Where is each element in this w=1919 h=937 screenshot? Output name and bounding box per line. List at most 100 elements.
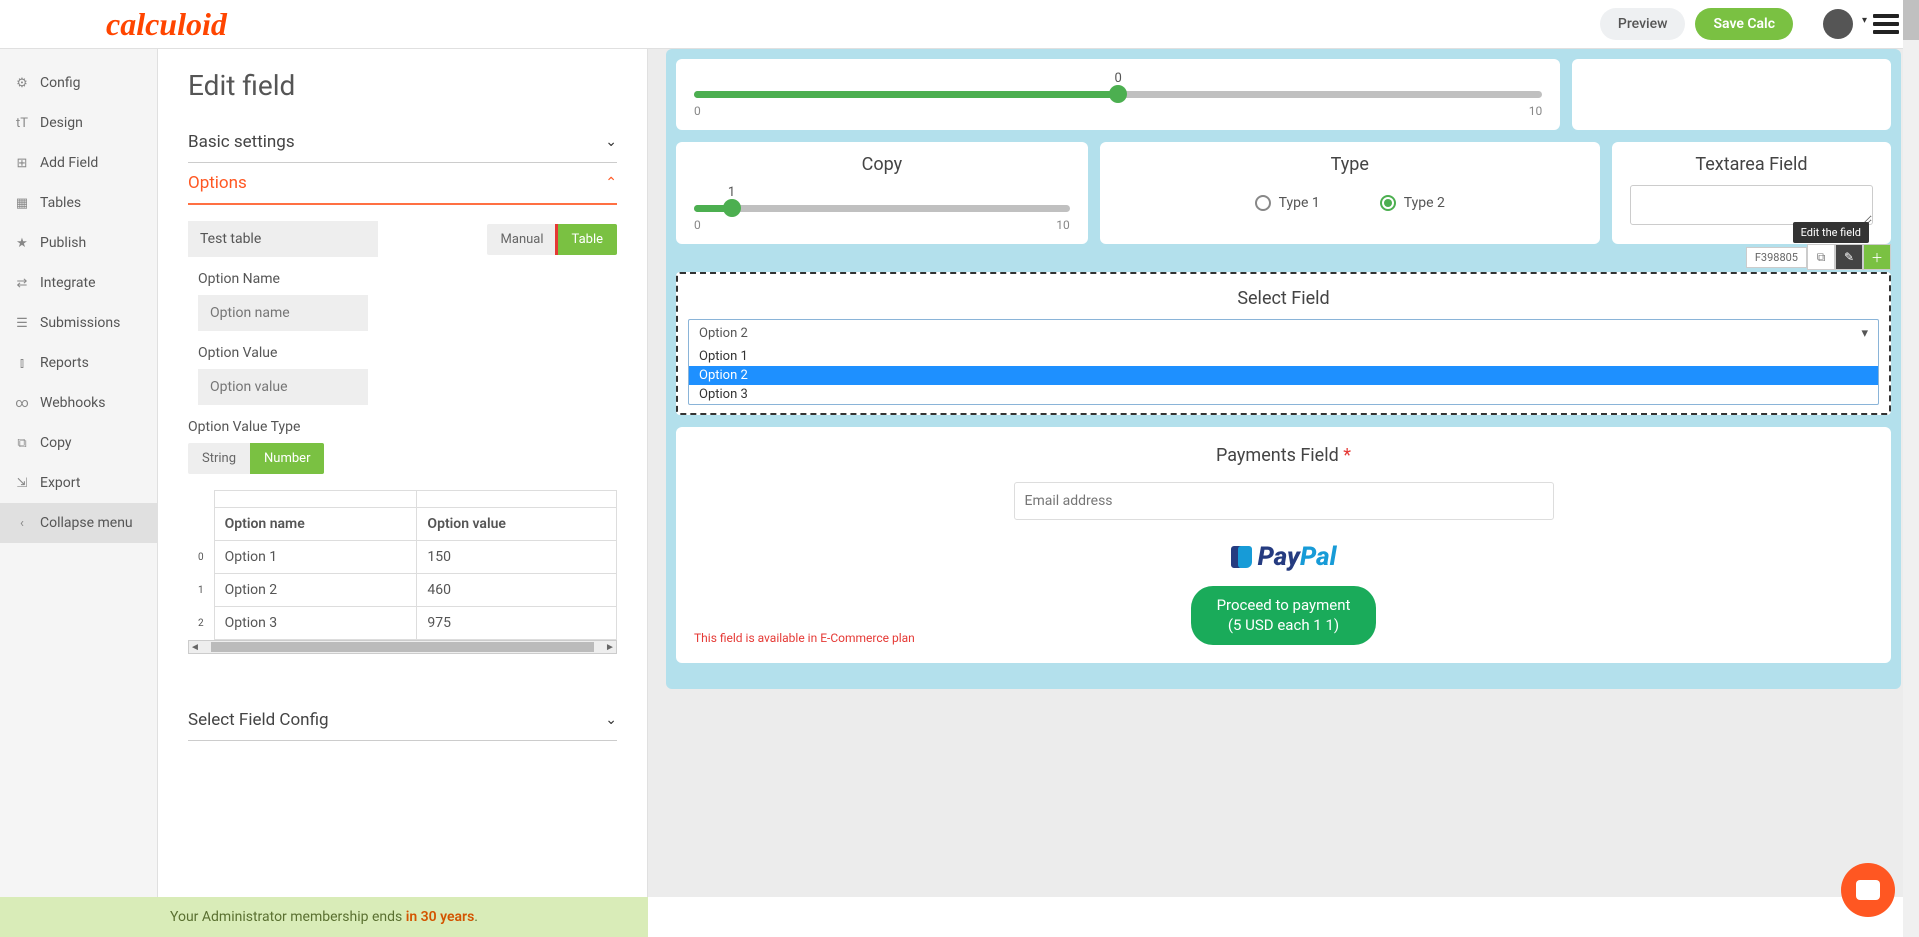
sidebar-label: Collapse menu bbox=[40, 515, 133, 531]
save-calc-button[interactable]: Save Calc bbox=[1695, 8, 1793, 40]
chevron-up-icon: ⌃ bbox=[605, 175, 617, 191]
type-radio-card[interactable]: Type Type 1 Type 2 bbox=[1100, 142, 1600, 244]
chevron-down-icon: ⌄ bbox=[605, 712, 617, 728]
webhook-icon: ∞ bbox=[14, 396, 30, 411]
sidebar-item-add-field[interactable]: ⊞Add Field bbox=[0, 143, 157, 183]
field-title: Type bbox=[1118, 154, 1582, 175]
preview-button[interactable]: Preview bbox=[1600, 8, 1686, 40]
sidebar-item-export[interactable]: ⇲Export bbox=[0, 463, 157, 503]
section-title: Basic settings bbox=[188, 132, 295, 152]
field-title: Textarea Field bbox=[1630, 154, 1873, 175]
sidebar-item-collapse[interactable]: ‹ Collapse menu bbox=[0, 503, 157, 543]
paypal-logo: PayPal bbox=[1231, 542, 1337, 572]
sidebar-item-copy[interactable]: ⧉Copy bbox=[0, 423, 157, 463]
sidebar-label: Reports bbox=[40, 355, 89, 371]
section-basic-settings[interactable]: Basic settings ⌄ bbox=[188, 122, 617, 163]
type-icon: tT bbox=[14, 116, 30, 131]
field-title: Copy bbox=[694, 154, 1070, 175]
number-toggle[interactable]: Number bbox=[250, 443, 324, 474]
user-avatar-dropdown[interactable] bbox=[1823, 9, 1853, 39]
table-row[interactable]: 0Option 1150 bbox=[188, 541, 617, 574]
logo: calculoid bbox=[106, 6, 227, 43]
section-title: Options bbox=[188, 173, 247, 193]
vertical-scrollbar[interactable] bbox=[1903, 0, 1919, 937]
field-id-label: F398805 bbox=[1746, 247, 1807, 268]
proceed-payment-button[interactable]: Proceed to payment(5 USD each 1 1) bbox=[1191, 586, 1377, 645]
sidebar-item-webhooks[interactable]: ∞ Webhooks bbox=[0, 383, 157, 423]
options-body: Manual Table Option Name Option Value Op… bbox=[188, 205, 617, 670]
sidebar-label: Integrate bbox=[40, 275, 96, 291]
slider-field-card[interactable]: 0 010 bbox=[676, 59, 1560, 130]
th-option-name: Option name bbox=[214, 508, 417, 541]
sidebar-label: Webhooks bbox=[40, 395, 106, 411]
slider-thumb[interactable] bbox=[1109, 85, 1127, 103]
select-option[interactable]: Option 2 bbox=[689, 366, 1878, 385]
horizontal-scrollbar[interactable]: ◄► bbox=[188, 640, 617, 654]
sidebar-label: Copy bbox=[40, 435, 72, 451]
section-select-field-config[interactable]: Select Field Config ⌄ bbox=[188, 700, 617, 741]
payments-field-card[interactable]: Payments Field * PayPal Proceed to payme… bbox=[676, 427, 1891, 663]
option-name-input[interactable] bbox=[198, 295, 368, 331]
copy-slider-card[interactable]: Copy 1 010 bbox=[676, 142, 1088, 244]
membership-footer: Your Administrator membership ends in 30… bbox=[0, 897, 648, 937]
select-dropdown[interactable]: Option 2 ▾ Option 1 Option 2 Option 3 bbox=[688, 319, 1879, 405]
sidebar-label: Export bbox=[40, 475, 80, 491]
menu-icon[interactable] bbox=[1873, 10, 1899, 38]
add-field-button[interactable]: ＋ bbox=[1863, 244, 1891, 270]
sidebar-item-config[interactable]: ⚙Config bbox=[0, 63, 157, 103]
textarea-input[interactable] bbox=[1630, 185, 1873, 225]
select-option[interactable]: Option 1 bbox=[689, 347, 1878, 366]
section-title: Select Field Config bbox=[188, 710, 329, 730]
slider-track[interactable] bbox=[694, 91, 1542, 98]
sidebar-label: Design bbox=[40, 115, 83, 131]
table-icon: ▦ bbox=[14, 196, 30, 211]
calculator-canvas: 0 010 Copy 1 bbox=[648, 49, 1919, 897]
sidebar-item-publish[interactable]: ★Publish bbox=[0, 223, 157, 263]
value-type-toggle: String Number bbox=[188, 443, 324, 474]
select-option[interactable]: Option 3 bbox=[689, 385, 1878, 404]
sidebar-label: Submissions bbox=[40, 315, 120, 331]
option-value-type-label: Option Value Type bbox=[188, 419, 617, 435]
table-toggle[interactable]: Table bbox=[558, 224, 617, 255]
table-row[interactable]: 2Option 3975 bbox=[188, 607, 617, 640]
field-toolbar: F398805 ⧉ ✎ ＋ bbox=[1746, 244, 1891, 270]
option-value-label: Option Value bbox=[198, 345, 617, 361]
edit-field-button[interactable]: ✎ bbox=[1835, 244, 1863, 270]
chat-icon bbox=[1856, 880, 1880, 900]
sidebar-item-submissions[interactable]: ☰ Submissions bbox=[0, 303, 157, 343]
sidebar-item-reports[interactable]: ⫾ Reports bbox=[0, 343, 157, 383]
email-input[interactable] bbox=[1014, 482, 1554, 520]
chart-icon: ⫾ bbox=[14, 356, 30, 371]
manual-toggle[interactable]: Manual bbox=[487, 224, 558, 255]
sidebar-label: Config bbox=[40, 75, 80, 91]
option-name-label: Option Name bbox=[198, 271, 617, 287]
sidebar-label: Add Field bbox=[40, 155, 98, 171]
select-field-card[interactable]: Select Field Option 2▾ Option 1 Option 2… bbox=[676, 272, 1891, 415]
star-icon: ★ bbox=[14, 236, 30, 251]
slider-thumb[interactable] bbox=[723, 199, 741, 217]
sidebar-item-integrate[interactable]: ⇄Integrate bbox=[0, 263, 157, 303]
string-toggle[interactable]: String bbox=[188, 443, 250, 474]
table-row[interactable]: 1Option 2460 bbox=[188, 574, 617, 607]
sidebar-item-tables[interactable]: ▦Tables bbox=[0, 183, 157, 223]
chevron-left-icon: ‹ bbox=[14, 516, 30, 531]
option-value-input[interactable] bbox=[198, 369, 368, 405]
list-icon: ☰ bbox=[14, 316, 30, 331]
sidebar-item-design[interactable]: tT Design bbox=[0, 103, 157, 143]
edit-field-tooltip: Edit the field bbox=[1793, 222, 1869, 243]
chevron-down-icon: ⌄ bbox=[605, 134, 617, 150]
table-name-input[interactable] bbox=[188, 221, 378, 257]
required-star-icon: * bbox=[1343, 445, 1351, 466]
field-title: Payments Field * bbox=[694, 445, 1873, 466]
copy-field-button[interactable]: ⧉ bbox=[1807, 244, 1835, 270]
section-options[interactable]: Options ⌃ bbox=[188, 163, 617, 205]
sidebar: ⚙Config tT Design ⊞Add Field ▦Tables ★Pub… bbox=[0, 49, 158, 897]
empty-field-card[interactable] bbox=[1572, 59, 1891, 130]
caret-down-icon: ▾ bbox=[1861, 326, 1868, 341]
radio-type-1[interactable]: Type 1 bbox=[1255, 195, 1320, 211]
select-value: Option 2 bbox=[699, 326, 748, 341]
radio-type-2[interactable]: Type 2 bbox=[1380, 195, 1445, 211]
chat-widget-button[interactable] bbox=[1841, 863, 1895, 917]
slider-track[interactable] bbox=[694, 205, 1070, 212]
slider-value: 1 bbox=[728, 185, 735, 200]
